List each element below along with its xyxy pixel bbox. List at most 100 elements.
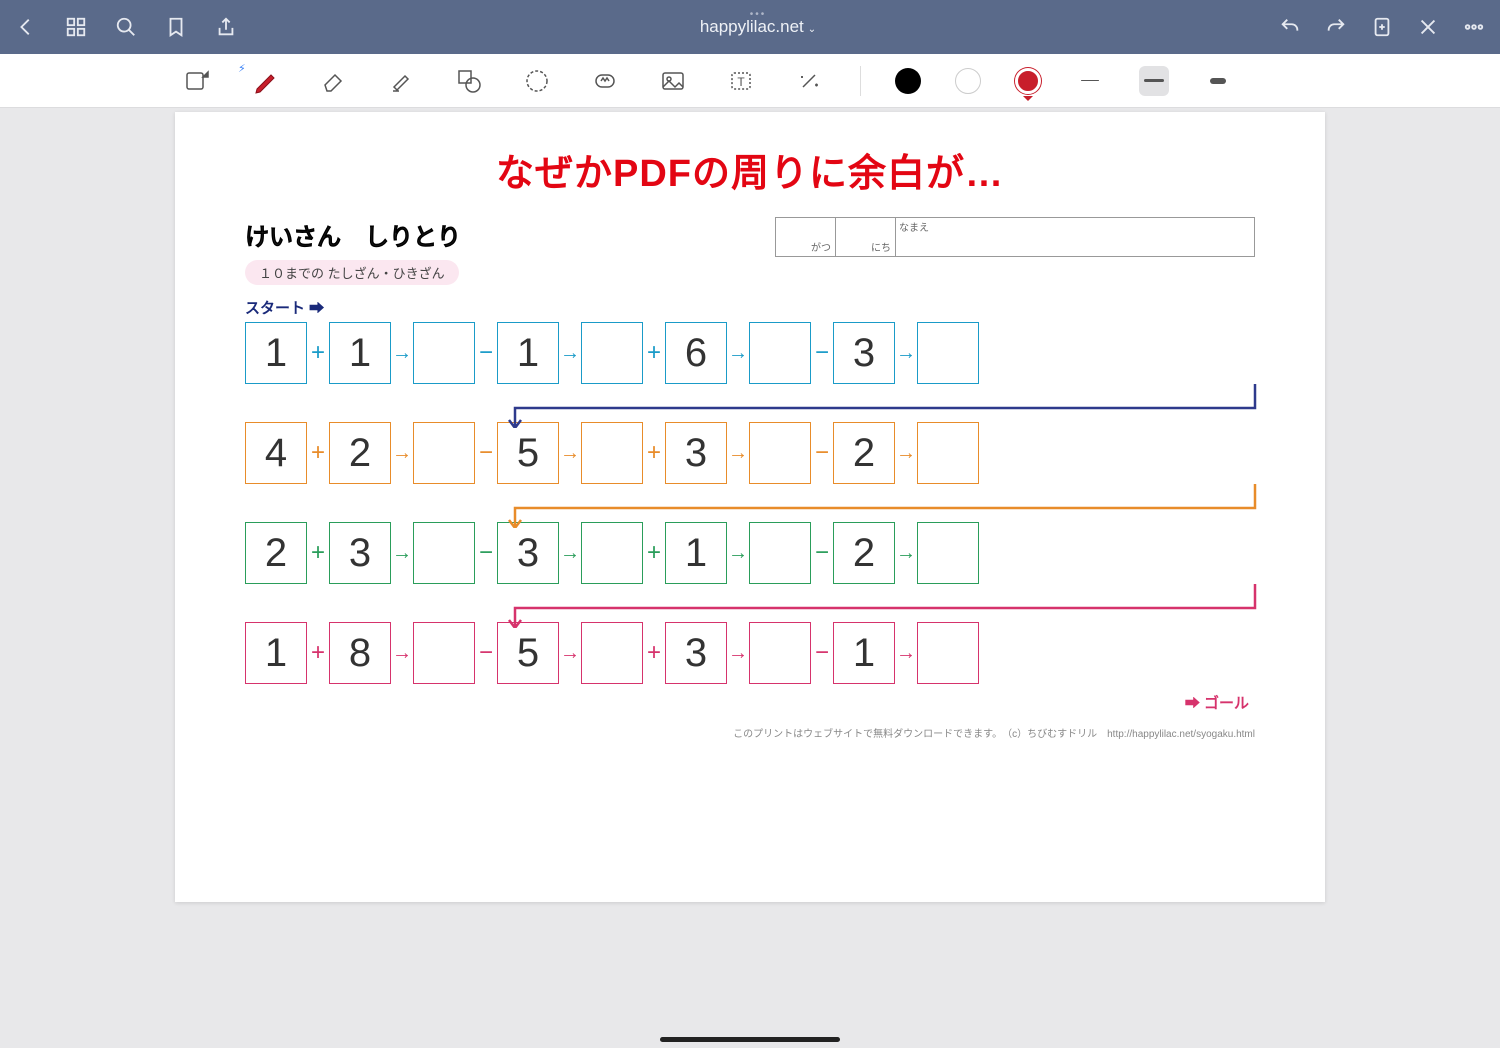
operator: − (475, 639, 497, 667)
grid-icon[interactable] (64, 15, 88, 39)
calc-cell: 5 (497, 622, 559, 684)
operator: − (811, 439, 833, 467)
operator: + (643, 439, 665, 467)
bookmark-icon[interactable] (164, 15, 188, 39)
undo-icon[interactable] (1278, 15, 1302, 39)
calc-cell: 3 (665, 622, 727, 684)
canvas-area[interactable]: なぜかPDFの周りに余白が… けいさん しりとり １０までの たしざん・ひきざん… (0, 108, 1500, 1048)
lasso-tool-icon[interactable] (520, 64, 554, 98)
readonly-tool-icon[interactable] (180, 64, 214, 98)
calc-cell (581, 322, 643, 384)
operator: − (811, 539, 833, 567)
worksheet-title: けいさん しりとり (245, 217, 461, 252)
calc-row: 1+8→−5→+3→−1→ (245, 622, 1255, 684)
toolbar-divider (860, 66, 861, 96)
color-red-selected[interactable] (1015, 68, 1041, 94)
calc-cell: 2 (245, 522, 307, 584)
calc-cell (749, 522, 811, 584)
operator: + (643, 339, 665, 367)
calc-cell (917, 522, 979, 584)
operator: + (643, 639, 665, 667)
calc-cell: 3 (497, 522, 559, 584)
stroke-thick[interactable] (1203, 66, 1233, 96)
arrow-icon: → (391, 442, 413, 465)
eraser-tool-icon[interactable] (316, 64, 350, 98)
share-icon[interactable] (214, 15, 238, 39)
calc-row: 1+1→−1→+6→−3→ (245, 322, 1255, 384)
arrow-icon: → (895, 442, 917, 465)
calc-cell: 5 (497, 422, 559, 484)
arrow-icon: → (727, 542, 749, 565)
calc-cell (413, 622, 475, 684)
calc-cell: 1 (833, 622, 895, 684)
add-page-icon[interactable] (1370, 15, 1394, 39)
calc-cell: 1 (245, 622, 307, 684)
stamp-tool-icon[interactable] (588, 64, 622, 98)
calc-cell: 3 (329, 522, 391, 584)
close-icon[interactable] (1416, 15, 1440, 39)
calc-cell: 2 (833, 522, 895, 584)
calc-cell: 1 (245, 322, 307, 384)
calc-cell (749, 322, 811, 384)
calc-cell (917, 422, 979, 484)
operator: + (307, 639, 329, 667)
bluetooth-icon: ⚡︎ (238, 62, 246, 75)
calc-cell: 1 (497, 322, 559, 384)
magic-tool-icon[interactable] (792, 64, 826, 98)
image-tool-icon[interactable] (656, 64, 690, 98)
arrow-icon: → (559, 342, 581, 365)
calc-row: 4+2→−5→+3→−2→ (245, 422, 1255, 484)
operator: − (475, 339, 497, 367)
calc-cell (413, 522, 475, 584)
search-icon[interactable] (114, 15, 138, 39)
calc-cell (917, 322, 979, 384)
arrow-icon: → (559, 542, 581, 565)
operator: − (811, 339, 833, 367)
arrow-icon: → (559, 642, 581, 665)
arrow-icon: → (391, 642, 413, 665)
tool-toolbar: ⚡︎ T (0, 54, 1500, 108)
calc-cell (581, 422, 643, 484)
operator: + (643, 539, 665, 567)
calc-cell: 4 (245, 422, 307, 484)
highlighter-tool-icon[interactable] (384, 64, 418, 98)
chevron-down-icon: ⌄ (808, 24, 816, 35)
calc-cell: 6 (665, 322, 727, 384)
back-icon[interactable] (14, 15, 38, 39)
operator: − (475, 439, 497, 467)
redo-icon[interactable] (1324, 15, 1348, 39)
more-icon[interactable] (1462, 15, 1486, 39)
shape-tool-icon[interactable] (452, 64, 486, 98)
drag-handle-icon: ••• (750, 9, 767, 20)
page-title[interactable]: ••• happylilac.net⌄ (238, 17, 1278, 37)
row-connector (245, 592, 1255, 622)
color-white[interactable] (955, 68, 981, 94)
calc-cell: 2 (329, 422, 391, 484)
arrow-icon: → (391, 342, 413, 365)
calc-cell (917, 622, 979, 684)
annotation-text: なぜかPDFの周りに余白が… (245, 142, 1255, 197)
calc-cell: 3 (833, 322, 895, 384)
stroke-thin[interactable] (1075, 66, 1105, 96)
start-label: スタート ➡ (245, 297, 1255, 318)
arrow-icon: → (391, 542, 413, 565)
operator: + (307, 539, 329, 567)
arrow-icon: → (727, 342, 749, 365)
text-tool-icon[interactable]: T (724, 64, 758, 98)
worksheet-footer: このプリントはウェブサイトで無料ダウンロードできます。 （c）ちびむすドリル h… (245, 725, 1255, 740)
calc-cell (581, 622, 643, 684)
calc-cell: 2 (833, 422, 895, 484)
color-black[interactable] (895, 68, 921, 94)
arrow-icon: → (895, 642, 917, 665)
calc-cell (749, 622, 811, 684)
stroke-medium[interactable] (1139, 66, 1169, 96)
row-connector (245, 392, 1255, 422)
goal-label: ➡ ゴール (245, 692, 1255, 713)
svg-text:T: T (737, 75, 745, 89)
calc-cell: 1 (329, 322, 391, 384)
operator: − (811, 639, 833, 667)
arrow-icon: → (727, 642, 749, 665)
pen-tool-icon[interactable]: ⚡︎ (248, 64, 282, 98)
arrow-icon: → (895, 342, 917, 365)
calc-cell: 3 (665, 422, 727, 484)
